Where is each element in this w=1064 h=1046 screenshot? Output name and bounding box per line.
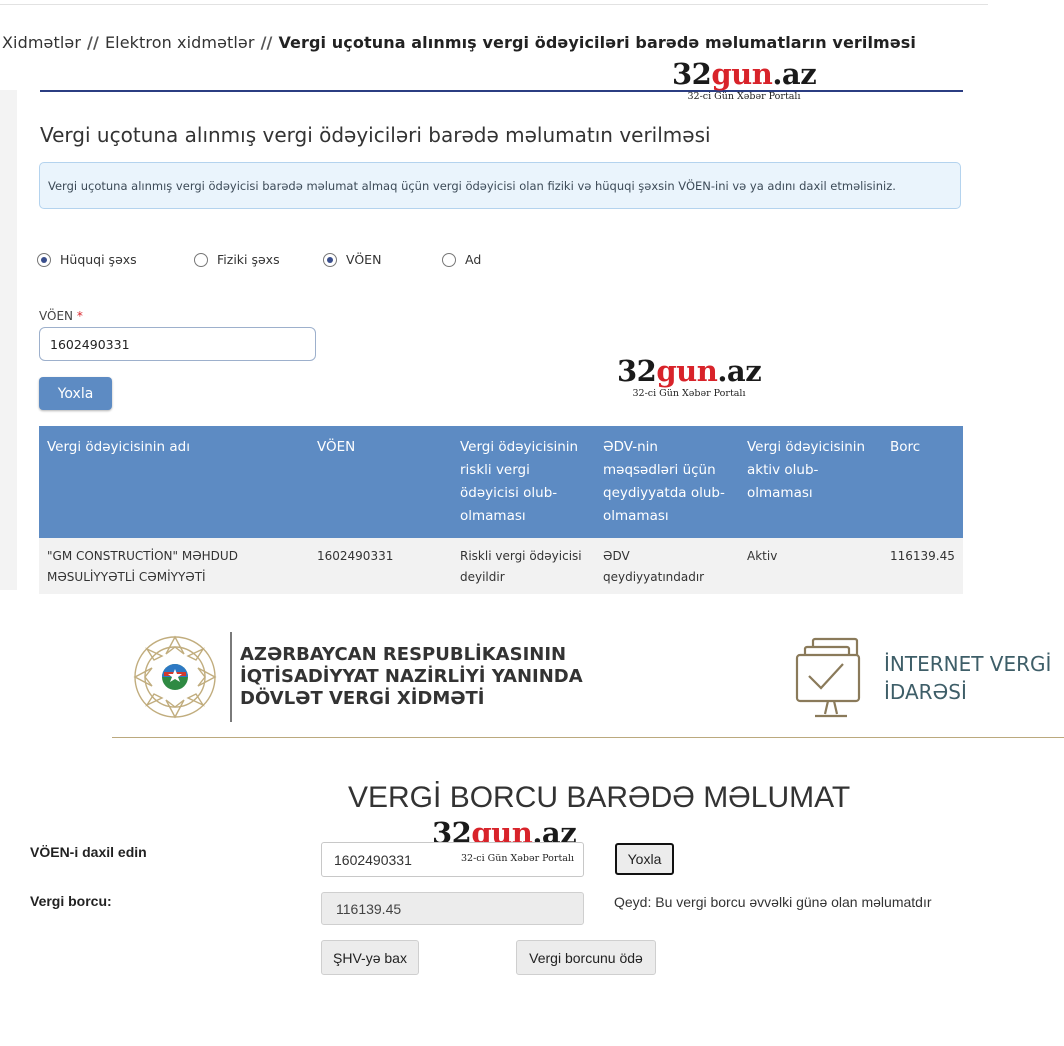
debt-page-title: VERGİ BORCU BARƏDƏ MƏLUMAT: [348, 781, 851, 814]
active-status-cell: Aktiv: [739, 538, 882, 594]
view-shv-button[interactable]: ŞHV-yə bax: [321, 940, 419, 975]
column-header: Vergi ödəyicisinin riskli vergi ödəyicis…: [452, 426, 595, 538]
internet-tax-office-icon: [795, 637, 861, 718]
radio-search-by-voen-label: VÖEN: [346, 252, 382, 267]
column-header: Borc: [882, 426, 963, 538]
debt-cell: 116139.45: [882, 538, 963, 594]
pay-tax-debt-button[interactable]: Vergi borcunu ödə: [516, 940, 656, 975]
radio-legal-entity-label: Hüquqi şəxs: [60, 252, 137, 267]
tax-debt-label: Vergi borcu:: [30, 893, 112, 909]
taxpayer-name-cell: "GM CONSTRUCTİON" MƏHDUD MƏSULİYYƏTLİ CƏ…: [39, 538, 309, 594]
header-divider: [112, 737, 1064, 738]
portal-name: İNTERNET VERGİ İDARƏSİ: [884, 652, 1052, 704]
radio-search-by-name[interactable]: Ad: [442, 252, 481, 267]
required-asterisk: *: [76, 309, 83, 323]
radio-physical-person[interactable]: Fiziki şəxs: [194, 252, 280, 267]
radio-physical-person-label: Fiziki şəxs: [217, 252, 280, 267]
radio-unselected-icon: [194, 252, 208, 267]
breadcrumb-current: Vergi uçotuna alınmış vergi ödəyiciləri …: [278, 33, 916, 52]
top-divider: [0, 4, 988, 5]
breadcrumb-separator: //: [260, 33, 273, 52]
state-tax-service-emblem-icon: [133, 635, 217, 719]
radio-selected-icon: [37, 252, 51, 267]
card-top-border: [40, 90, 963, 92]
debt-note: Qeyd: Bu vergi borcu əvvəlki günə olan m…: [614, 894, 932, 910]
breadcrumb-separator: //: [87, 33, 99, 52]
vat-status-cell: ƏDV qeydiyyatındadır: [595, 538, 739, 594]
watermark-logo: 32gun.az 32-ci Gün Xəbər Portalı: [617, 354, 762, 399]
breadcrumb-electronic-services-link[interactable]: Elektron xidmətlər: [105, 33, 255, 52]
table-row: "GM CONSTRUCTİON" MƏHDUD MƏSULİYYƏTLİ CƏ…: [39, 538, 963, 594]
watermark-caption: 32-ci Gün Xəbər Portalı: [461, 853, 574, 864]
voen-input[interactable]: [39, 327, 316, 361]
breadcrumb: Xidmətlər // Elektron xidmətlər // Vergi uço…: [2, 33, 916, 52]
table-header-row: Vergi ödəyicisinin adı VÖEN Vergi ödəyic…: [39, 426, 963, 538]
lower-check-button[interactable]: Yoxla: [615, 843, 674, 875]
radio-unselected-icon: [442, 252, 456, 267]
risk-status-cell: Riskli vergi ödəyicisi deyildir: [452, 538, 595, 594]
organization-name: AZƏRBAYCAN RESPUBLİKASININ İQTİSADİYYAT …: [240, 644, 583, 709]
breadcrumb-services-link[interactable]: Xidmətlər: [2, 33, 81, 52]
tax-debt-value-field: [321, 892, 584, 925]
radio-selected-icon: [323, 252, 337, 267]
column-header: Vergi ödəyicisinin aktiv olub-olmaması: [739, 426, 882, 538]
voen-cell: 1602490331: [309, 538, 452, 594]
voen-field-label: VÖEN *: [39, 309, 83, 323]
page-title: Vergi uçotuna alınmış vergi ödəyiciləri …: [40, 123, 711, 147]
radio-search-by-name-label: Ad: [465, 252, 482, 267]
column-header: VÖEN: [309, 426, 452, 538]
check-button[interactable]: Yoxla: [39, 377, 112, 410]
column-header: ƏDV-nin məqsədləri üçün qeydiyyatda olub…: [595, 426, 739, 538]
logo-divider: [230, 632, 232, 722]
results-table: Vergi ödəyicisinin adı VÖEN Vergi ödəyic…: [39, 426, 963, 594]
column-header: Vergi ödəyicisinin adı: [39, 426, 309, 538]
info-alert-text: Vergi uçotuna alınmış vergi ödəyicisi ba…: [48, 179, 896, 193]
voen-entry-label: VÖEN-i daxil edin: [30, 844, 147, 860]
radio-search-by-voen[interactable]: VÖEN: [323, 252, 381, 267]
radio-legal-entity[interactable]: Hüquqi şəxs: [37, 252, 137, 267]
watermark-logo: 32gun.az 32-ci Gün Xəbər Portalı: [672, 57, 817, 102]
